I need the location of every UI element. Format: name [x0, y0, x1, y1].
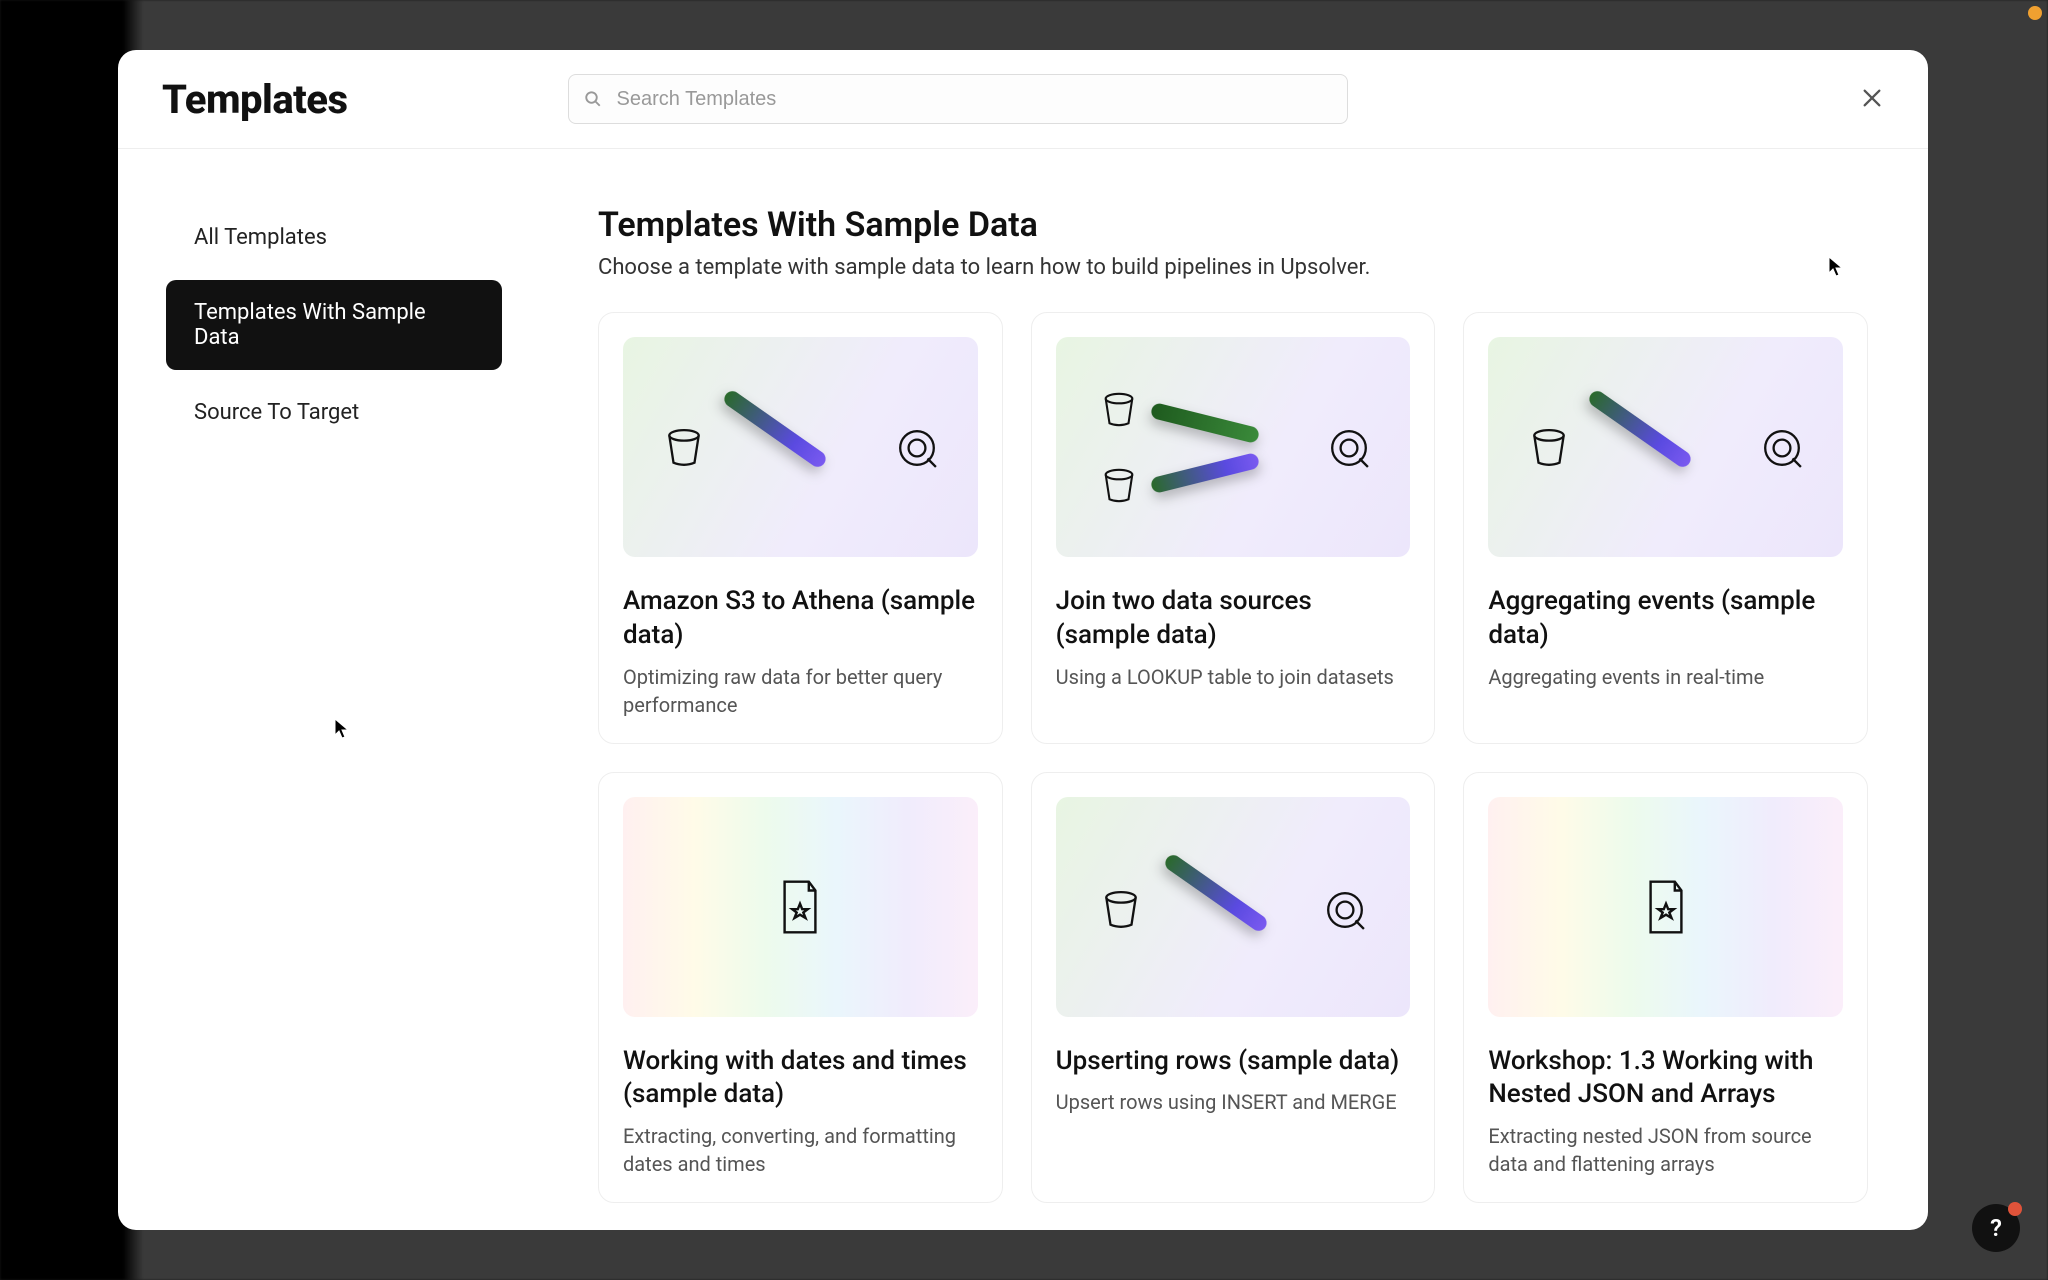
help-icon: ?: [1990, 1214, 2002, 1242]
query-icon: [896, 427, 938, 469]
recording-indicator-icon: [2028, 6, 2042, 20]
bucket-icon: [1100, 467, 1138, 505]
connector-icon: [1149, 452, 1260, 494]
card-title: Workshop: 1.3 Working with Nested JSON a…: [1488, 1045, 1843, 1113]
card-desc: Using a LOOKUP table to join datasets: [1056, 663, 1411, 691]
sidebar: All Templates Templates With Sample Data…: [118, 149, 538, 1230]
connector-icon: [1162, 852, 1269, 934]
cards-grid: Amazon S3 to Athena (sample data) Optimi…: [598, 312, 1868, 1203]
help-button[interactable]: ?: [1972, 1204, 2020, 1252]
sidebar-item-label: Source To Target: [194, 400, 359, 425]
card-title: Join two data sources (sample data): [1056, 585, 1411, 653]
card-title: Aggregating events (sample data): [1488, 585, 1843, 653]
card-title: Upserting rows (sample data): [1056, 1045, 1411, 1079]
connector-icon: [1587, 388, 1694, 470]
modal-title: Templates: [162, 76, 348, 123]
card-desc: Optimizing raw data for better query per…: [623, 663, 978, 719]
bucket-icon: [1528, 427, 1570, 469]
main-content: Templates With Sample Data Choose a temp…: [538, 149, 1928, 1230]
card-thumbnail: [623, 797, 978, 1017]
connector-icon: [721, 388, 828, 470]
card-thumbnail: [1488, 337, 1843, 557]
connector-icon: [1149, 402, 1260, 444]
template-card[interactable]: Amazon S3 to Athena (sample data) Optimi…: [598, 312, 1003, 744]
card-thumbnail: [1056, 337, 1411, 557]
card-thumbnail: [1056, 797, 1411, 1017]
file-star-icon: [778, 879, 822, 935]
section-subtitle: Choose a template with sample data to le…: [598, 255, 1868, 280]
card-thumbnail: [623, 337, 978, 557]
close-button[interactable]: [1852, 79, 1892, 119]
template-card[interactable]: Join two data sources (sample data) Usin…: [1031, 312, 1436, 744]
section-title: Templates With Sample Data: [598, 205, 1868, 245]
query-icon: [1324, 889, 1366, 931]
file-star-icon: [1644, 879, 1688, 935]
search-icon: [584, 90, 602, 108]
sidebar-item-all-templates[interactable]: All Templates: [166, 205, 502, 270]
card-title: Working with dates and times (sample dat…: [623, 1045, 978, 1113]
card-thumbnail: [1488, 797, 1843, 1017]
template-card[interactable]: Workshop: 1.3 Working with Nested JSON a…: [1463, 772, 1868, 1204]
modal-body: All Templates Templates With Sample Data…: [118, 149, 1928, 1230]
bucket-icon: [1100, 889, 1142, 931]
card-desc: Upsert rows using INSERT and MERGE: [1056, 1088, 1411, 1116]
bucket-icon: [663, 427, 705, 469]
template-card[interactable]: Working with dates and times (sample dat…: [598, 772, 1003, 1204]
modal-header: Templates: [118, 50, 1928, 149]
sidebar-item-label: Templates With Sample Data: [194, 300, 426, 350]
card-desc: Aggregating events in real-time: [1488, 663, 1843, 691]
search-input[interactable]: [568, 74, 1348, 124]
template-card[interactable]: Aggregating events (sample data) Aggrega…: [1463, 312, 1868, 744]
card-desc: Extracting nested JSON from source data …: [1488, 1122, 1843, 1178]
template-card[interactable]: Upserting rows (sample data) Upsert rows…: [1031, 772, 1436, 1204]
sidebar-item-source-to-target[interactable]: Source To Target: [166, 380, 502, 445]
bucket-icon: [1100, 391, 1138, 429]
sidebar-item-templates-with-sample-data[interactable]: Templates With Sample Data: [166, 280, 502, 370]
close-icon: [1861, 87, 1883, 112]
query-icon: [1328, 427, 1370, 469]
search-wrap: [568, 74, 1348, 124]
card-desc: Extracting, converting, and formatting d…: [623, 1122, 978, 1178]
query-icon: [1761, 427, 1803, 469]
card-title: Amazon S3 to Athena (sample data): [623, 585, 978, 653]
notification-badge-icon: [2008, 1202, 2022, 1216]
templates-modal: Templates All Templates Templates W: [118, 50, 1928, 1230]
sidebar-item-label: All Templates: [194, 225, 327, 250]
